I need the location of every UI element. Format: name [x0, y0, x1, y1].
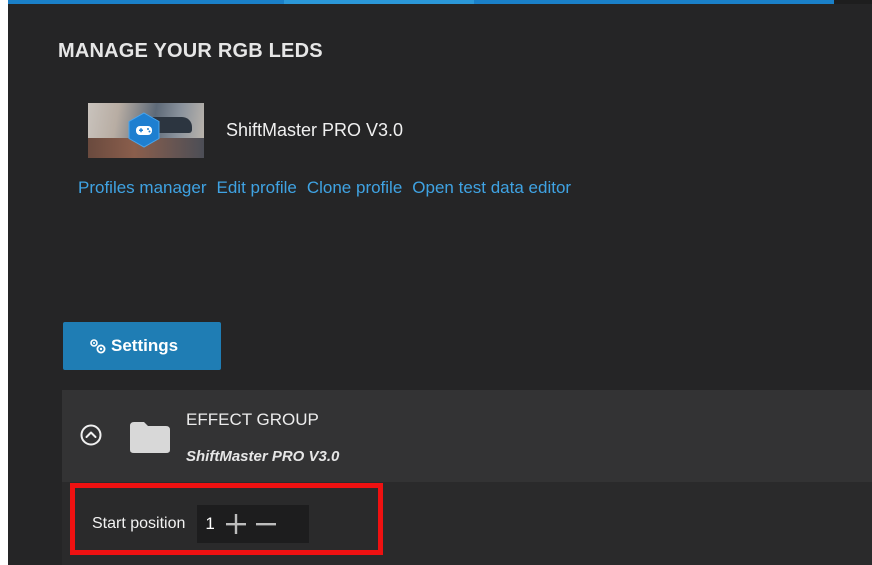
top-bar-segment-active	[284, 0, 474, 4]
clone-profile-link[interactable]: Clone profile	[307, 178, 402, 198]
gamepad-hex-icon	[128, 112, 160, 148]
effect-group-body: Start position 1	[62, 482, 872, 565]
page-title: MANAGE YOUR RGB LEDS	[58, 40, 323, 62]
device-info: ShiftMaster PRO V3.0	[88, 103, 403, 158]
device-thumbnail	[88, 103, 204, 158]
start-position-stepper: 1	[197, 505, 310, 543]
effect-group-subtitle: ShiftMaster PRO V3.0	[186, 448, 340, 465]
effect-group-panel: EFFECT GROUP ShiftMaster PRO V3.0 Start …	[62, 390, 872, 565]
settings-button-label: Settings	[111, 336, 179, 355]
top-bar-segment	[474, 0, 834, 4]
start-position-row: Start position 1	[92, 505, 310, 543]
gears-icon	[90, 339, 106, 354]
effect-group-header: EFFECT GROUP ShiftMaster PRO V3.0	[62, 390, 872, 482]
start-position-label: Start position	[92, 515, 186, 532]
settings-button[interactable]: Settings	[63, 322, 221, 370]
folder-icon	[130, 422, 170, 453]
chevron-up-circle-icon[interactable]	[80, 424, 102, 446]
effect-group-title: EFFECT GROUP	[186, 410, 319, 429]
edit-profile-link[interactable]: Edit profile	[217, 178, 297, 198]
open-test-data-editor-link[interactable]: Open test data editor	[412, 178, 571, 198]
top-bar-segment	[8, 0, 284, 4]
start-position-value[interactable]: 1	[205, 514, 214, 534]
minus-icon[interactable]	[255, 513, 277, 535]
profile-links: Profiles manager Edit profile Clone prof…	[78, 178, 571, 198]
profiles-manager-link[interactable]: Profiles manager	[78, 178, 207, 198]
plus-icon[interactable]	[225, 513, 247, 535]
top-accent-bar	[8, 0, 872, 4]
app-window: MANAGE YOUR RGB LEDS ShiftMaster PRO V3.…	[8, 0, 872, 565]
device-name: ShiftMaster PRO V3.0	[226, 120, 404, 140]
